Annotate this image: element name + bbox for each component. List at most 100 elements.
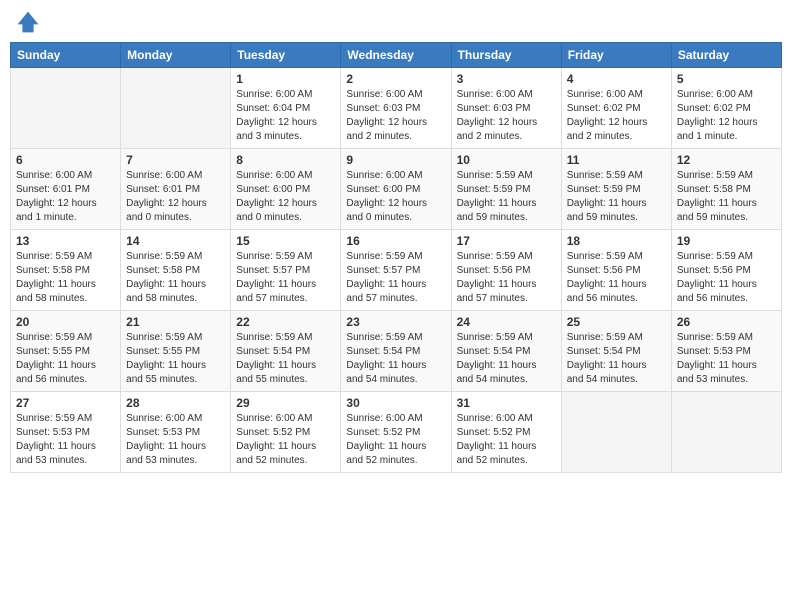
day-info: Sunrise: 5:59 AMSunset: 5:56 PMDaylight:… — [457, 250, 556, 306]
day-info: Sunrise: 6:00 AMSunset: 6:02 PMDaylight:… — [677, 88, 776, 144]
calendar-day-cell: 1 Sunrise: 6:00 AMSunset: 6:04 PMDaylight… — [231, 68, 341, 149]
logo — [14, 10, 40, 34]
day-info: Sunrise: 5:59 AMSunset: 5:53 PMDaylight:… — [677, 331, 776, 387]
calendar-day-header: Friday — [561, 43, 671, 68]
day-info: Sunrise: 5:59 AMSunset: 5:59 PMDaylight:… — [457, 169, 556, 225]
calendar-day-cell: 28 Sunrise: 6:00 AMSunset: 5:53 PMDayligh… — [121, 392, 231, 473]
day-number: 2 — [346, 72, 445, 86]
calendar-day-header: Saturday — [671, 43, 781, 68]
calendar-day-header: Tuesday — [231, 43, 341, 68]
day-info: Sunrise: 5:59 AMSunset: 5:56 PMDaylight:… — [677, 250, 776, 306]
day-number: 27 — [16, 396, 115, 410]
calendar-day-cell: 2 Sunrise: 6:00 AMSunset: 6:03 PMDaylight… — [341, 68, 451, 149]
calendar-day-cell: 29 Sunrise: 6:00 AMSunset: 5:52 PMDayligh… — [231, 392, 341, 473]
day-number: 4 — [567, 72, 666, 86]
calendar-week-row: 1 Sunrise: 6:00 AMSunset: 6:04 PMDaylight… — [11, 68, 782, 149]
calendar-day-cell: 26 Sunrise: 5:59 AMSunset: 5:53 PMDayligh… — [671, 311, 781, 392]
day-info: Sunrise: 6:00 AMSunset: 6:03 PMDaylight:… — [457, 88, 556, 144]
day-info: Sunrise: 5:59 AMSunset: 5:58 PMDaylight:… — [677, 169, 776, 225]
day-info: Sunrise: 5:59 AMSunset: 5:57 PMDaylight:… — [346, 250, 445, 306]
calendar-day-cell: 22 Sunrise: 5:59 AMSunset: 5:54 PMDayligh… — [231, 311, 341, 392]
calendar-day-cell: 21Sunrise: 5:59 AMSunset: 5:55 PMDayligh… — [121, 311, 231, 392]
day-info: Sunrise: 6:00 AMSunset: 5:52 PMDaylight:… — [346, 412, 445, 468]
calendar-week-row: 13 Sunrise: 5:59 AMSunset: 5:58 PMDayligh… — [11, 230, 782, 311]
day-number: 23 — [346, 315, 445, 329]
calendar-day-cell: 24 Sunrise: 5:59 AMSunset: 5:54 PMDayligh… — [451, 311, 561, 392]
day-number: 20 — [16, 315, 115, 329]
calendar-day-cell: 5 Sunrise: 6:00 AMSunset: 6:02 PMDaylight… — [671, 68, 781, 149]
day-number: 12 — [677, 153, 776, 167]
calendar-header-row: SundayMondayTuesdayWednesdayThursdayFrid… — [11, 43, 782, 68]
calendar-day-cell: 14 Sunrise: 5:59 AMSunset: 5:58 PMDayligh… — [121, 230, 231, 311]
day-info: Sunrise: 5:59 AMSunset: 5:54 PMDaylight:… — [346, 331, 445, 387]
day-number: 3 — [457, 72, 556, 86]
calendar-day-cell: 10 Sunrise: 5:59 AMSunset: 5:59 PMDayligh… — [451, 149, 561, 230]
calendar-day-cell: 13Sunrise: 5:59 AMSunset: 5:58 PMDayligh… — [11, 230, 121, 311]
calendar-day-cell: 27 Sunrise: 5:59 AMSunset: 5:53 PMDayligh… — [11, 392, 121, 473]
day-number: 19 — [677, 234, 776, 248]
page-header — [10, 10, 782, 34]
day-number: 25 — [567, 315, 666, 329]
day-number: 10 — [457, 153, 556, 167]
calendar-table: SundayMondayTuesdayWednesdayThursdayFrid… — [10, 42, 782, 473]
day-number: 13 — [16, 234, 115, 248]
day-info: Sunrise: 5:59 AMSunset: 5:56 PMDaylight:… — [567, 250, 666, 306]
day-number: 17 — [457, 234, 556, 248]
calendar-day-cell: 9Sunrise: 6:00 AMSunset: 6:00 PMDaylight… — [341, 149, 451, 230]
calendar-day-cell: 17 Sunrise: 5:59 AMSunset: 5:56 PMDayligh… — [451, 230, 561, 311]
day-info: Sunrise: 5:59 AMSunset: 5:58 PMDaylight:… — [126, 250, 225, 306]
calendar-body: 1 Sunrise: 6:00 AMSunset: 6:04 PMDaylight… — [11, 68, 782, 473]
calendar-day-cell: 12 Sunrise: 5:59 AMSunset: 5:58 PMDayligh… — [671, 149, 781, 230]
day-info: Sunrise: 5:59 AMSunset: 5:53 PMDaylight:… — [16, 412, 115, 468]
day-info: Sunrise: 6:00 AMSunset: 5:52 PMDaylight:… — [457, 412, 556, 468]
day-number: 29 — [236, 396, 335, 410]
calendar-day-cell — [11, 68, 121, 149]
day-number: 28 — [126, 396, 225, 410]
calendar-week-row: 6 Sunrise: 6:00 AMSunset: 6:01 PMDaylight… — [11, 149, 782, 230]
day-number: 31 — [457, 396, 556, 410]
calendar-day-cell — [561, 392, 671, 473]
day-number: 30 — [346, 396, 445, 410]
calendar-day-header: Thursday — [451, 43, 561, 68]
day-info: Sunrise: 6:00 AMSunset: 6:00 PMDaylight:… — [236, 169, 335, 225]
calendar-day-header: Wednesday — [341, 43, 451, 68]
calendar-day-cell: 31 Sunrise: 6:00 AMSunset: 5:52 PMDayligh… — [451, 392, 561, 473]
calendar-day-cell: 6 Sunrise: 6:00 AMSunset: 6:01 PMDaylight… — [11, 149, 121, 230]
calendar-day-header: Monday — [121, 43, 231, 68]
day-number: 16 — [346, 234, 445, 248]
day-info: Sunrise: 5:59 AMSunset: 5:54 PMDaylight:… — [457, 331, 556, 387]
day-info: Sunrise: 5:59 AMSunset: 5:57 PMDaylight:… — [236, 250, 335, 306]
day-info: Sunrise: 5:59 AMSunset: 5:55 PMDaylight:… — [16, 331, 115, 387]
calendar-day-cell: 7Sunrise: 6:00 AMSunset: 6:01 PMDaylight… — [121, 149, 231, 230]
calendar-day-cell: 15 Sunrise: 5:59 AMSunset: 5:57 PMDayligh… — [231, 230, 341, 311]
day-info: Sunrise: 5:59 AMSunset: 5:54 PMDaylight:… — [567, 331, 666, 387]
day-info: Sunrise: 6:00 AMSunset: 6:01 PMDaylight:… — [16, 169, 115, 225]
day-info: Sunrise: 5:59 AMSunset: 5:54 PMDaylight:… — [236, 331, 335, 387]
day-number: 21 — [126, 315, 225, 329]
day-number: 15 — [236, 234, 335, 248]
day-info: Sunrise: 6:00 AMSunset: 6:00 PMDaylight:… — [346, 169, 445, 225]
day-info: Sunrise: 6:00 AMSunset: 5:52 PMDaylight:… — [236, 412, 335, 468]
calendar-day-cell: 25 Sunrise: 5:59 AMSunset: 5:54 PMDayligh… — [561, 311, 671, 392]
day-number: 1 — [236, 72, 335, 86]
day-number: 26 — [677, 315, 776, 329]
calendar-day-cell: 18 Sunrise: 5:59 AMSunset: 5:56 PMDayligh… — [561, 230, 671, 311]
day-number: 8 — [236, 153, 335, 167]
day-info: Sunrise: 5:59 AMSunset: 5:59 PMDaylight:… — [567, 169, 666, 225]
day-number: 5 — [677, 72, 776, 86]
day-info: Sunrise: 6:00 AMSunset: 6:02 PMDaylight:… — [567, 88, 666, 144]
day-number: 14 — [126, 234, 225, 248]
calendar-week-row: 27 Sunrise: 5:59 AMSunset: 5:53 PMDayligh… — [11, 392, 782, 473]
day-number: 24 — [457, 315, 556, 329]
calendar-week-row: 20 Sunrise: 5:59 AMSunset: 5:55 PMDayligh… — [11, 311, 782, 392]
day-info: Sunrise: 6:00 AMSunset: 5:53 PMDaylight:… — [126, 412, 225, 468]
calendar-day-cell: 20 Sunrise: 5:59 AMSunset: 5:55 PMDayligh… — [11, 311, 121, 392]
day-number: 22 — [236, 315, 335, 329]
day-number: 18 — [567, 234, 666, 248]
day-number: 6 — [16, 153, 115, 167]
calendar-day-cell: 4 Sunrise: 6:00 AMSunset: 6:02 PMDaylight… — [561, 68, 671, 149]
calendar-day-cell: 11Sunrise: 5:59 AMSunset: 5:59 PMDayligh… — [561, 149, 671, 230]
day-number: 7 — [126, 153, 225, 167]
day-info: Sunrise: 6:00 AMSunset: 6:03 PMDaylight:… — [346, 88, 445, 144]
day-info: Sunrise: 6:00 AMSunset: 6:04 PMDaylight:… — [236, 88, 335, 144]
